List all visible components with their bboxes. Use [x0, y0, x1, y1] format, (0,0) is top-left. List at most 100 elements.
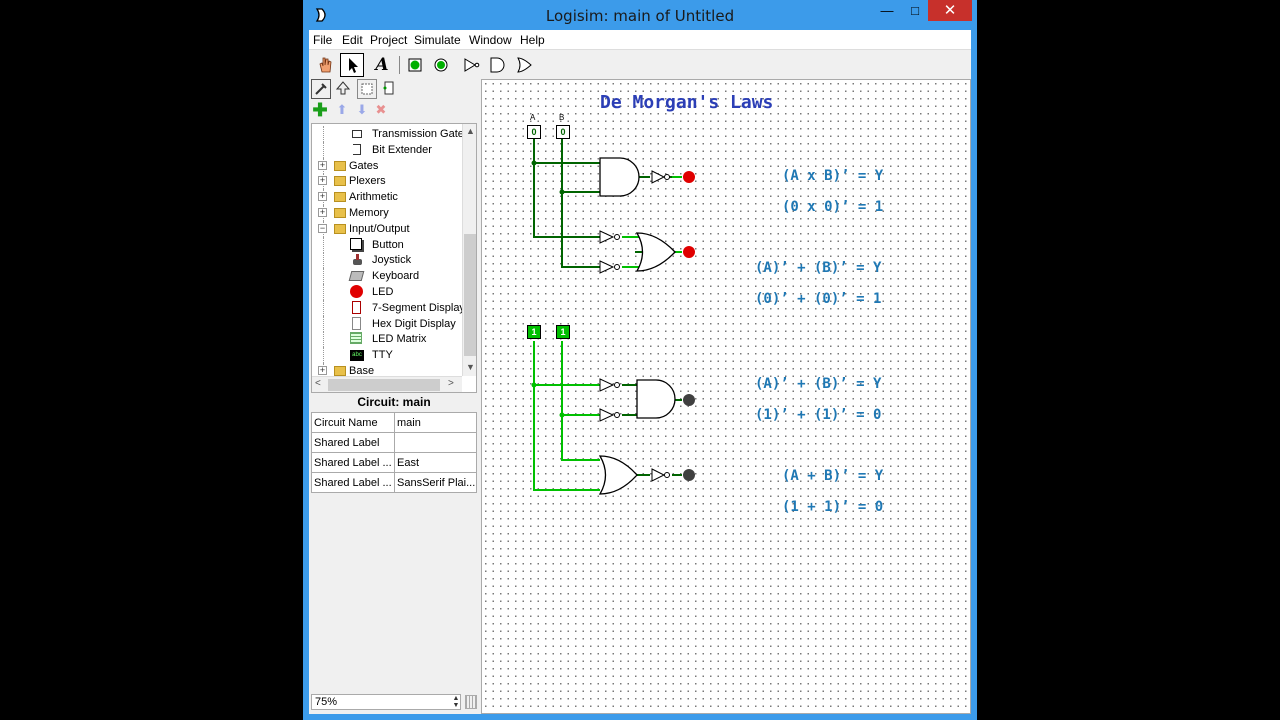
minimize-button[interactable]: — [873, 0, 901, 21]
attribute-value[interactable]: East [394, 452, 477, 473]
tree-item[interactable]: abc TTY [312, 347, 460, 364]
output-pin-tool-icon[interactable] [430, 54, 452, 76]
grid-toggle-icon[interactable] [465, 695, 477, 709]
delete-circuit-icon[interactable]: ✖ [372, 101, 390, 119]
tree-item[interactable]: Bit Extender [312, 141, 460, 158]
attribute-row[interactable]: Circuit Name main [311, 412, 477, 433]
tree-item[interactable]: Button [312, 236, 460, 253]
attribute-name: Shared Label [311, 432, 395, 453]
tree-guide-line [323, 299, 324, 316]
and-gate-tool-icon[interactable] [486, 54, 508, 76]
scroll-up-icon[interactable]: ▲ [466, 126, 475, 136]
attribute-value[interactable] [394, 432, 477, 453]
tree-folder[interactable]: − Input/Output [312, 220, 460, 237]
tree-folder[interactable]: + Arithmetic [312, 189, 460, 206]
zoom-field[interactable]: 75% [311, 694, 461, 710]
add-circuit-icon[interactable]: ✚ [311, 101, 329, 119]
or-gate[interactable] [598, 455, 638, 495]
scroll-right-icon[interactable]: > [448, 378, 454, 389]
expand-icon[interactable]: + [318, 192, 327, 202]
tree-folder[interactable]: + Plexers [312, 173, 460, 190]
poke-tool-icon[interactable] [314, 54, 336, 76]
input-pin-a[interactable]: 1 [527, 325, 541, 339]
equation-text: (A)’ + (B)’ = Y [755, 260, 882, 276]
not-gate-tool-icon[interactable] [460, 54, 482, 76]
equation-text: (A)’ + (B)’ = Y [755, 376, 882, 392]
component-tree[interactable]: Transmission Gate Bit Extender + Gates + Plex… [311, 123, 477, 393]
tree-item[interactable]: Joystick [312, 252, 460, 269]
toolbar-divider [399, 56, 400, 74]
menu-simulate[interactable]: Simulate [414, 33, 461, 47]
tree-item[interactable]: 7-Segment Display [312, 299, 465, 316]
expand-icon[interactable]: + [318, 160, 327, 170]
select-tool-icon[interactable] [340, 53, 364, 77]
scroll-left-icon[interactable]: < [315, 378, 321, 389]
menu-edit[interactable]: Edit [342, 33, 363, 47]
tree-item-label: Hex Digit Display [372, 317, 456, 330]
input-pin-a[interactable]: 0 [527, 125, 541, 139]
menu-file[interactable]: File [313, 33, 332, 47]
move-down-icon[interactable]: ⬇ [353, 101, 371, 119]
circuit-canvas[interactable]: De Morgan's Laws A B 0 0 1 1 (A x B)’ = … [481, 79, 971, 714]
menu-window[interactable]: Window [469, 33, 512, 47]
input-pin-tool-icon[interactable] [404, 54, 426, 76]
menu-bar: File Edit Project Simulate Window Help [309, 30, 971, 50]
expand-icon[interactable]: + [318, 176, 327, 186]
move-up-icon[interactable]: ⬆ [333, 101, 351, 119]
menu-help[interactable]: Help [520, 33, 545, 47]
collapse-icon[interactable]: − [318, 223, 327, 233]
toolbox-view-icon[interactable] [311, 79, 331, 99]
client-area: File Edit Project Simulate Window Help A [309, 30, 971, 714]
zoom-spinner-icon[interactable]: ▲ ▼ [451, 695, 461, 709]
attribute-row[interactable]: Shared Label ... East [311, 452, 477, 473]
tree-item-label: 7-Segment Display [372, 301, 465, 314]
tree-item[interactable]: Hex Digit Display [312, 315, 460, 332]
tree-folder[interactable]: + Gates [312, 157, 460, 174]
input-pin-b[interactable]: 0 [556, 125, 570, 139]
not-gate[interactable] [651, 170, 666, 184]
attribute-row[interactable]: Shared Label [311, 432, 477, 453]
tree-item-label: Arithmetic [349, 191, 398, 204]
not-gate[interactable] [599, 408, 615, 422]
close-button[interactable]: ✕ [928, 0, 972, 21]
tree-item[interactable]: Keyboard [312, 268, 460, 285]
keyboard-icon [348, 269, 365, 283]
expand-icon[interactable]: + [318, 366, 327, 375]
not-gate[interactable] [599, 230, 615, 244]
attribute-row[interactable]: Shared Label ... SansSerif Plai... [311, 472, 477, 493]
not-gate-bubble [664, 472, 670, 478]
and-gate[interactable] [599, 157, 640, 197]
not-gate[interactable] [599, 260, 615, 274]
or-gate[interactable] [635, 232, 676, 272]
tree-vertical-scroll-thumb[interactable] [464, 234, 476, 356]
not-gate[interactable] [599, 378, 615, 392]
layout-view-icon[interactable] [357, 79, 377, 99]
title-bar[interactable]: Logisim: main of Untitled — □ ✕ [303, 0, 977, 30]
tty-icon: abc [350, 348, 364, 362]
and-gate[interactable] [636, 379, 676, 419]
appearance-view-icon[interactable] [379, 79, 399, 99]
tree-horizontal-scroll-thumb[interactable] [328, 379, 440, 391]
scroll-down-icon[interactable]: ▼ [466, 362, 475, 372]
tree-item-label: Gates [349, 159, 379, 172]
not-gate-bubble [614, 234, 620, 240]
tree-folder[interactable]: + Memory [312, 205, 460, 221]
output-led [683, 246, 695, 258]
tree-item[interactable]: LED [312, 284, 460, 300]
attribute-value[interactable]: main [394, 412, 477, 433]
tree-horizontal-scrollbar[interactable]: < > [312, 376, 462, 392]
pin-label-a: A [530, 113, 536, 122]
tree-guide-line [323, 315, 324, 332]
text-tool-icon[interactable]: A [371, 54, 393, 76]
tree-item[interactable]: Transmission Gate [312, 126, 464, 142]
tree-item[interactable]: LED Matrix [312, 331, 460, 348]
simulation-tree-icon[interactable] [333, 79, 353, 99]
attribute-value[interactable]: SansSerif Plai... [394, 472, 477, 493]
not-gate[interactable] [651, 468, 666, 482]
menu-project[interactable]: Project [370, 33, 407, 47]
maximize-button[interactable]: □ [901, 0, 929, 21]
input-pin-b[interactable]: 1 [556, 325, 570, 339]
or-gate-tool-icon[interactable] [514, 54, 536, 76]
expand-icon[interactable]: + [318, 208, 327, 217]
tree-vertical-scrollbar[interactable]: ▲ ▼ [462, 124, 476, 376]
